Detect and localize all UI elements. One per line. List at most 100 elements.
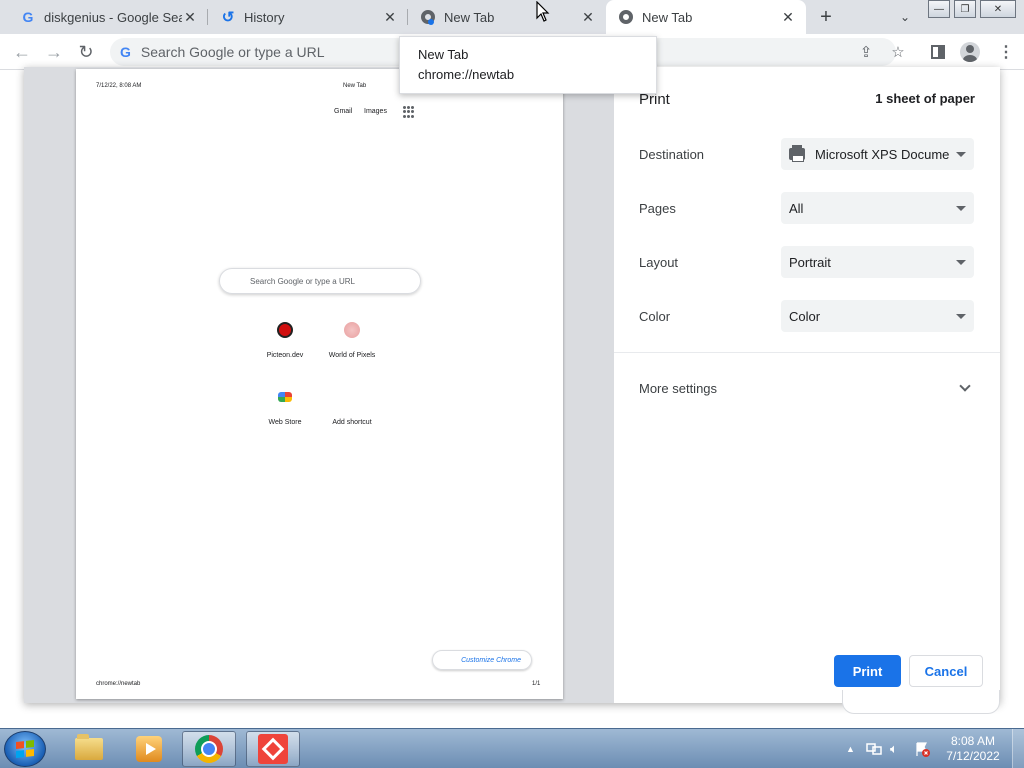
- windows-logo-icon: [16, 740, 34, 758]
- color-value: Color: [789, 308, 821, 324]
- shortcut-tile: Picteon.dev: [250, 322, 320, 359]
- destination-label: Destination: [639, 146, 705, 162]
- bookmark-star-icon[interactable]: ☆: [888, 42, 908, 62]
- pages-label: Pages: [639, 200, 676, 216]
- cancel-button[interactable]: Cancel: [909, 655, 983, 687]
- start-button[interactable]: [4, 731, 46, 767]
- side-panel-icon[interactable]: [928, 42, 948, 62]
- history-icon: ↺: [221, 9, 235, 26]
- omnibox-placeholder: Search Google or type a URL: [140, 44, 325, 60]
- tab-strip: G diskgenius - Google Search ✕ ↺ History…: [0, 0, 1024, 34]
- anydesk-icon: [258, 734, 288, 764]
- sheet-count: 1 sheet of paper: [875, 91, 975, 106]
- shortcut-tile: Add shortcut: [317, 389, 387, 426]
- tab-new-tab-loading[interactable]: New Tab ✕: [408, 0, 606, 34]
- destination-select[interactable]: Microsoft XPS Document Writer: [781, 138, 974, 170]
- layout-value: Portrait: [789, 254, 831, 270]
- preview-customize-chrome: Customize Chrome: [432, 650, 532, 670]
- more-menu-icon[interactable]: ⋮: [996, 42, 1016, 62]
- chrome-icon: [618, 9, 634, 25]
- close-icon[interactable]: ✕: [780, 9, 796, 25]
- chevron-down-icon: [959, 380, 971, 392]
- tab-title: diskgenius - Google Search: [44, 9, 182, 25]
- apps-grid-icon: [403, 106, 415, 118]
- network-icon[interactable]: [866, 729, 882, 768]
- customize-label: Customize Chrome: [461, 656, 521, 664]
- new-tab-button[interactable]: +: [814, 5, 838, 29]
- tooltip-url: chrome://newtab: [418, 67, 515, 82]
- print-dialog: 7/12/22, 8:08 AM New Tab Gmail Images Se…: [24, 67, 1000, 703]
- reload-icon[interactable]: ↻: [75, 41, 97, 63]
- window-close-button[interactable]: ✕: [980, 0, 1016, 18]
- color-select[interactable]: Color: [781, 300, 974, 332]
- clock-date: 7/12/2022: [946, 749, 1000, 763]
- preview-sheet: 7/12/22, 8:08 AM New Tab Gmail Images Se…: [76, 69, 563, 699]
- tab-hover-tooltip: New Tab chrome://newtab: [399, 36, 657, 94]
- show-hidden-icons[interactable]: ▲: [846, 729, 855, 768]
- web-store-icon: [278, 392, 292, 402]
- dropdown-caret-icon: [956, 313, 966, 319]
- more-settings-toggle[interactable]: More settings: [639, 371, 975, 405]
- system-clock[interactable]: 8:08 AM 7/12/2022: [940, 734, 1006, 764]
- tab-search-chevron-icon[interactable]: ⌄: [896, 8, 914, 26]
- chrome-icon: [420, 9, 436, 25]
- pages-select[interactable]: All: [781, 192, 974, 224]
- shortcut-label: Picteon.dev: [266, 352, 304, 359]
- add-shortcut-icon: [344, 389, 360, 405]
- preview-search-box: Search Google or type a URL: [219, 268, 421, 294]
- shortcut-tile: Web Store: [250, 389, 320, 426]
- preview-images-link: Images: [364, 108, 387, 115]
- windows-taskbar: ▲ 🔈︎ 8:08 AM 7/12/2022: [0, 728, 1024, 768]
- tab-new-tab-active[interactable]: New Tab ✕: [606, 0, 806, 34]
- preview-header-title: New Tab: [343, 83, 367, 89]
- tab-title: New Tab: [642, 9, 693, 25]
- pages-value: All: [789, 200, 804, 216]
- media-player-icon: [136, 736, 162, 762]
- restore-button[interactable]: ❐: [954, 0, 976, 18]
- tab-title: New Tab: [444, 9, 495, 25]
- close-icon[interactable]: ✕: [382, 9, 398, 25]
- taskbar-chrome[interactable]: [182, 731, 236, 767]
- pages-row: Pages All: [639, 191, 975, 225]
- background-customize-bubble: [842, 690, 1000, 714]
- preview-search-placeholder: Search Google or type a URL: [250, 276, 355, 286]
- tab-diskgenius[interactable]: G diskgenius - Google Search ✕: [8, 0, 208, 34]
- printer-icon: [789, 145, 805, 162]
- volume-icon[interactable]: 🔈︎: [890, 729, 898, 768]
- preview-header-date: 7/12/22, 8:08 AM: [96, 83, 142, 89]
- close-icon[interactable]: ✕: [580, 9, 596, 25]
- print-button[interactable]: Print: [834, 655, 901, 687]
- shortcut-label: World of Pixels: [328, 352, 376, 359]
- color-row: Color Color: [639, 299, 975, 333]
- minimize-button[interactable]: —: [928, 0, 950, 18]
- forward-arrow-icon[interactable]: →: [43, 41, 65, 63]
- back-arrow-icon[interactable]: ←: [11, 41, 33, 63]
- profile-avatar-icon[interactable]: [960, 42, 980, 62]
- print-settings-panel: Print 1 sheet of paper Destination Micro…: [614, 67, 1000, 703]
- settings-divider: [614, 352, 1000, 353]
- tab-title: History: [244, 9, 285, 25]
- tab-history[interactable]: ↺ History ✕: [208, 0, 408, 34]
- close-icon[interactable]: ✕: [182, 9, 198, 25]
- destination-value: Microsoft XPS Document Writer: [815, 146, 950, 162]
- shortcut-label: Web Store: [268, 419, 302, 426]
- color-label: Color: [639, 308, 671, 324]
- show-desktop-button[interactable]: [1012, 729, 1024, 768]
- taskbar-file-explorer[interactable]: [62, 731, 116, 767]
- clock-time: 8:08 AM: [950, 734, 996, 748]
- dropdown-caret-icon: [956, 151, 966, 157]
- share-icon[interactable]: ⇪: [856, 42, 876, 62]
- action-center-flag-icon[interactable]: [914, 729, 930, 768]
- taskbar-media-player[interactable]: [122, 731, 176, 767]
- chrome-icon: [195, 735, 223, 763]
- layout-select[interactable]: Portrait: [781, 246, 974, 278]
- taskbar-anydesk[interactable]: [246, 731, 300, 767]
- destination-row: Destination Microsoft XPS Document Write…: [639, 137, 975, 171]
- picteon-icon: [277, 322, 293, 338]
- more-settings-label: More settings: [639, 380, 718, 396]
- shortcut-label: Add shortcut: [332, 419, 372, 426]
- google-g-icon: G: [22, 9, 34, 25]
- preview-gmail-link: Gmail: [334, 108, 353, 115]
- tooltip-title: New Tab: [418, 47, 469, 62]
- print-preview-area: 7/12/22, 8:08 AM New Tab Gmail Images Se…: [24, 67, 614, 703]
